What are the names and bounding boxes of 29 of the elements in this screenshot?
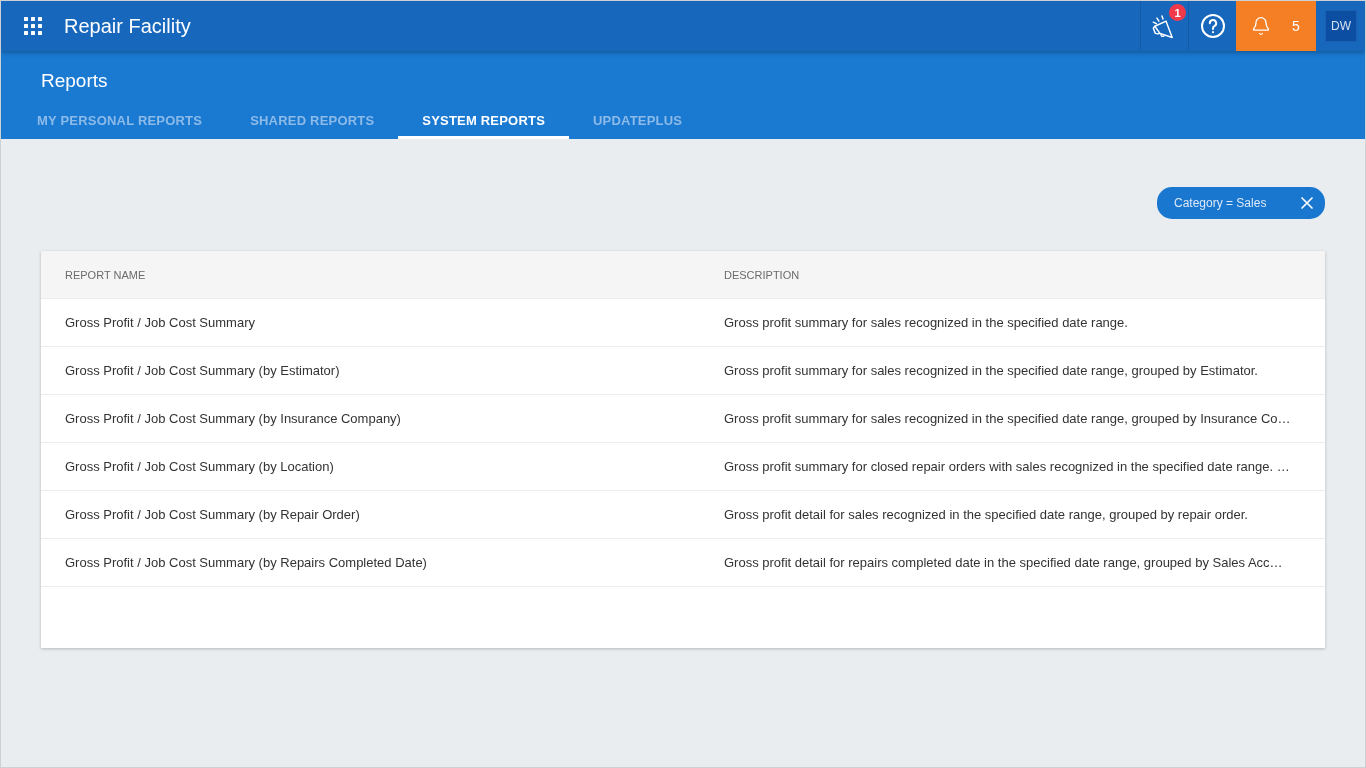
table-cell: Gross profit detail for sales recognized in the specified date range, grouped by repair order. bbox=[724, 507, 1248, 522]
table-cell: Gross profit summary for sales recognized in the specified date range. bbox=[724, 315, 1128, 330]
table-cell: Gross profit summary for closed repair orders with sales recognized in the specified date range. … bbox=[724, 459, 1290, 474]
table-cell: Gross Profit / Job Cost Summary (by Estimator) bbox=[65, 363, 340, 378]
user-avatar[interactable]: DW bbox=[1325, 10, 1357, 42]
app-title: Repair Facility bbox=[64, 14, 191, 38]
tab[interactable]: SHARED REPORTS bbox=[226, 102, 399, 139]
tab[interactable]: SYSTEM REPORTS bbox=[398, 102, 569, 139]
bell-icon bbox=[1251, 16, 1271, 36]
tab[interactable]: UPDATEPLUS bbox=[569, 102, 707, 139]
megaphone-icon bbox=[1151, 15, 1174, 39]
filter-label: Category = Sales bbox=[1174, 196, 1267, 210]
table-cell: Gross profit summary for sales recognized in the specified date range, grouped by Estimator. bbox=[724, 363, 1258, 378]
notification-count: 5 bbox=[1292, 18, 1300, 34]
page-title: Reports bbox=[41, 69, 108, 93]
help-icon bbox=[1200, 14, 1225, 38]
column-header: DESCRIPTION bbox=[724, 268, 800, 281]
tab[interactable]: MY PERSONAL REPORTS bbox=[13, 102, 227, 139]
table-cell: Gross Profit / Job Cost Summary bbox=[65, 315, 255, 330]
table-cell: Gross profit summary for sales recognized in the specified date range, grouped by Insurance Co… bbox=[724, 411, 1291, 426]
table-cell: Gross profit detail for repairs completed date in the specified date range, grouped by Sales Acc… bbox=[724, 555, 1283, 570]
table-cell: Gross Profit / Job Cost Summary (by Location) bbox=[65, 459, 334, 474]
column-header: REPORT NAME bbox=[65, 268, 146, 281]
notification-badge: 1 bbox=[1169, 4, 1186, 21]
app-grid-icon[interactable] bbox=[24, 17, 42, 35]
table-cell: Gross Profit / Job Cost Summary (by Repairs Completed Date) bbox=[65, 555, 427, 570]
notifications-button[interactable]: 5 bbox=[1236, 1, 1316, 51]
table-cell: Gross Profit / Job Cost Summary (by Insurance Company) bbox=[65, 411, 401, 426]
table-cell: Gross Profit / Job Cost Summary (by Repair Order) bbox=[65, 507, 360, 522]
